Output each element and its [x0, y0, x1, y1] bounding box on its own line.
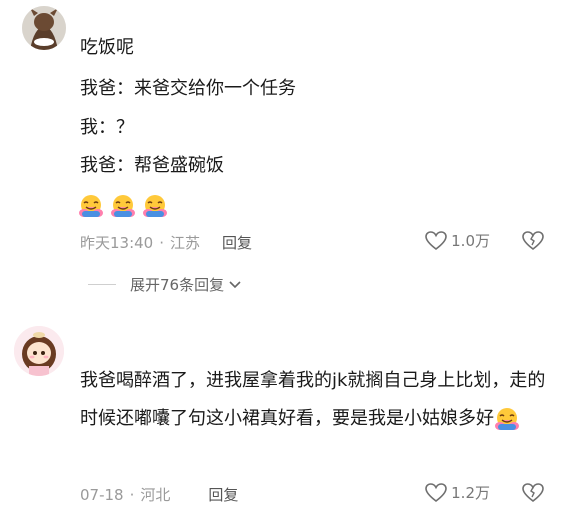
comment-text-line: 我：？ [80, 117, 134, 138]
comment-meta: 昨天13:40 · 江苏 回复 [80, 232, 252, 253]
like-count: 1.0万 [451, 232, 490, 250]
reply-button[interactable]: 回复 [222, 232, 252, 253]
comment-location: 江苏 [170, 234, 201, 252]
comment-text-content: 我爸喝醉酒了，进我屋拿着我的jk就搁自己身上比划，走的时候还嘟囔了句这小裙真好看… [80, 370, 546, 429]
comment-text-line: 我爸：来爸交给你一个任务 [80, 78, 296, 99]
avatar[interactable] [22, 6, 66, 50]
broken-heart-icon[interactable] [522, 483, 544, 503]
divider-line [88, 284, 116, 285]
broken-heart-icon[interactable] [522, 231, 544, 251]
comment-text: 我爸喝醉酒了，进我屋拿着我的jk就搁自己身上比划，走的时候还嘟囔了句这小裙真好看… [80, 362, 550, 438]
expand-replies-label: 展开76条回复 [130, 276, 225, 294]
heart-icon [425, 230, 447, 250]
hugging-face-emoji-icon [142, 194, 168, 218]
separator-dot: · [129, 485, 135, 504]
like-button[interactable]: 1.2万 [425, 482, 490, 503]
avatar-image-icon [14, 326, 64, 376]
reply-button[interactable]: 回复 [208, 484, 238, 505]
chevron-down-icon [229, 280, 241, 288]
hugging-face-emoji-icon [78, 194, 104, 218]
comment-time: 07-18 [80, 485, 124, 504]
comment-text-line: 吃饭呢 [80, 37, 134, 58]
hugging-face-emoji-icon [110, 194, 136, 218]
comment-text-line: 我爸：帮爸盛碗饭 [80, 155, 224, 176]
emoji-row [78, 194, 168, 218]
expand-replies-button[interactable]: 展开76条回复 [88, 274, 242, 295]
comment-meta: 07-18 · 河北 回复 [80, 484, 238, 505]
hugging-face-emoji-icon [494, 407, 520, 431]
avatar[interactable] [14, 326, 64, 376]
separator-dot: · [159, 233, 165, 252]
avatar-image-icon [22, 6, 66, 50]
like-count: 1.2万 [451, 484, 490, 502]
comment-location: 河北 [140, 486, 171, 504]
comment-time: 昨天13:40 [80, 234, 154, 252]
heart-icon [425, 482, 447, 502]
like-button[interactable]: 1.0万 [425, 230, 490, 251]
